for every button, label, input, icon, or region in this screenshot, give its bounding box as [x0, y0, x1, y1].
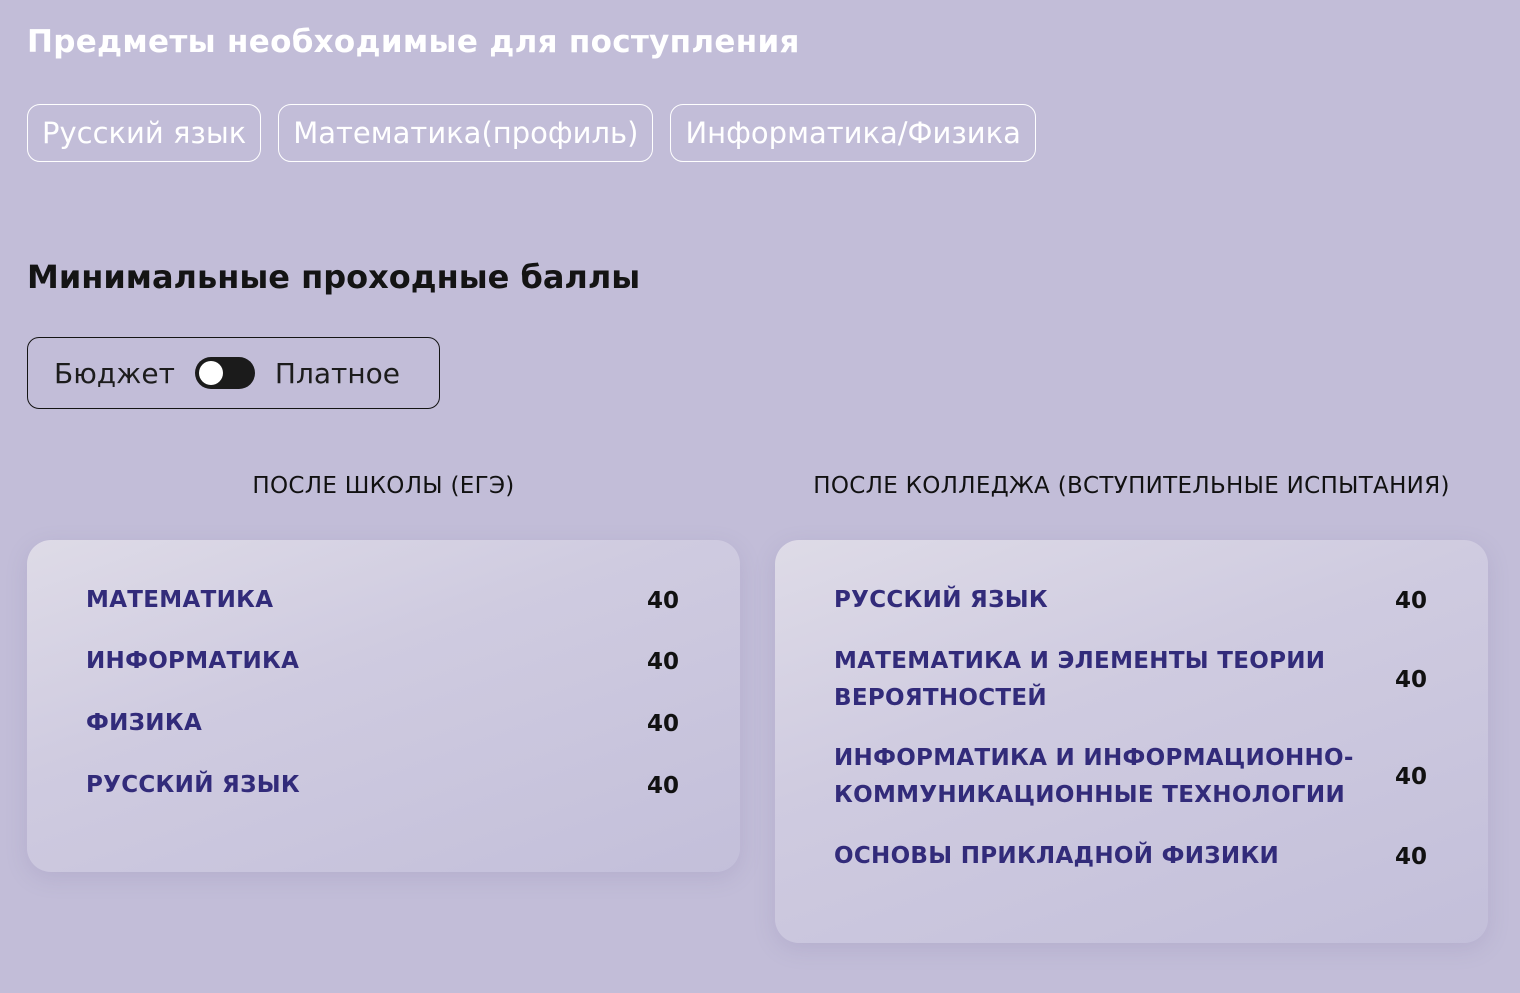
subject-score: 40	[646, 772, 679, 799]
score-row: ИНФОРМАТИКА И ИНФОРМАЦИОННО-КОММУНИКАЦИО…	[834, 740, 1427, 814]
score-row: РУССКИЙ ЯЗЫК 40	[834, 582, 1427, 619]
subject-name: РУССКИЙ ЯЗЫК	[834, 587, 1048, 613]
subject-name: ФИЗИКА	[86, 710, 203, 736]
min-scores-title: Минимальные проходные баллы	[27, 258, 641, 296]
subject-name: ИНФОРМАТИКА	[86, 648, 300, 674]
subject-pill-russian[interactable]: Русский язык	[27, 104, 262, 162]
subject-pills: Русский язык Математика(профиль) Информа…	[27, 104, 1036, 162]
page-title: Предметы необходимые для поступления	[27, 24, 800, 60]
toggle-label-budget[interactable]: Бюджет	[54, 357, 175, 390]
switch-knob	[198, 361, 223, 385]
college-heading: ПОСЛЕ КОЛЛЕДЖА (ВСТУПИТЕЛЬНЫЕ ИСПЫТАНИЯ)	[813, 473, 1450, 499]
funding-toggle: Бюджет Платное	[27, 337, 440, 409]
school-scores-card: МАТЕМАТИКА 40 ИНФОРМАТИКА 40 ФИЗИКА 40 Р…	[27, 540, 740, 872]
toggle-label-paid[interactable]: Платное	[275, 357, 400, 390]
subject-score: 40	[646, 648, 679, 675]
subject-score: 40	[646, 710, 679, 737]
subject-name: РУССКИЙ ЯЗЫК	[86, 772, 300, 798]
score-row: МАТЕМАТИКА И ЭЛЕМЕНТЫ ТЕОРИИ ВЕРОЯТНОСТЕ…	[834, 643, 1427, 717]
subject-name: ИНФОРМАТИКА И ИНФОРМАЦИОННО-КОММУНИКАЦИО…	[834, 745, 1354, 808]
subject-pill-math[interactable]: Математика(профиль)	[278, 104, 654, 162]
subject-score: 40	[1394, 843, 1427, 870]
score-row: ФИЗИКА 40	[86, 705, 679, 742]
school-heading: ПОСЛЕ ШКОЛЫ (ЕГЭ)	[252, 473, 515, 499]
subject-name: МАТЕМАТИКА И ЭЛЕМЕНТЫ ТЕОРИИ ВЕРОЯТНОСТЕ…	[834, 648, 1326, 711]
funding-switch[interactable]	[194, 357, 255, 389]
subject-pill-informatics-physics[interactable]: Информатика/Физика	[670, 104, 1036, 162]
subject-score: 40	[1394, 764, 1427, 790]
subject-name: ОСНОВЫ ПРИКЛАДНОЙ ФИЗИКИ	[834, 843, 1280, 869]
subject-name: МАТЕМАТИКА	[86, 587, 274, 613]
subject-score: 40	[1394, 587, 1427, 614]
score-row: МАТЕМАТИКА 40	[86, 582, 679, 619]
score-row: РУССКИЙ ЯЗЫК 40	[86, 767, 679, 804]
subject-score: 40	[1394, 667, 1427, 693]
subject-score: 40	[646, 587, 679, 614]
score-row: ОСНОВЫ ПРИКЛАДНОЙ ФИЗИКИ 40	[834, 838, 1427, 875]
score-row: ИНФОРМАТИКА 40	[86, 643, 679, 680]
college-scores-card: РУССКИЙ ЯЗЫК 40 МАТЕМАТИКА И ЭЛЕМЕНТЫ ТЕ…	[775, 540, 1488, 943]
